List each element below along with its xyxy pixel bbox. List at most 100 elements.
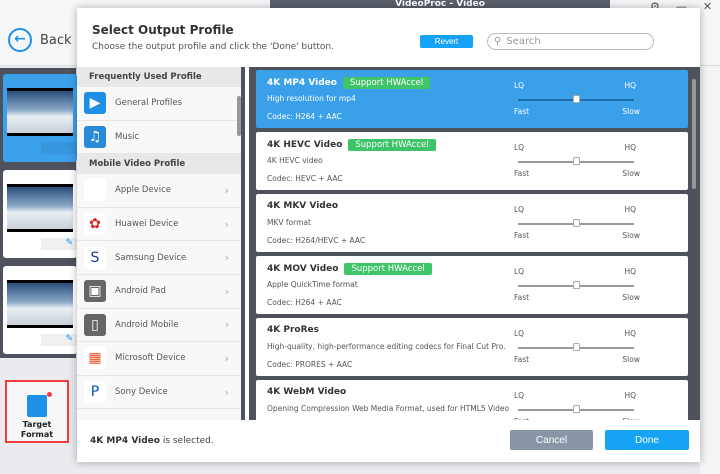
quality-slider[interactable]: LQHQFastSlow [514, 143, 640, 183]
android-mobile-icon: ▯ [84, 313, 106, 336]
scrollbar[interactable] [692, 79, 696, 189]
profile-description: High-quality, high-performance editing c… [267, 342, 506, 351]
quality-slider[interactable]: LQHQFastSlow [514, 329, 640, 369]
category-item-label: Apple Device [115, 185, 171, 196]
hwaccel-badge: Support HWAccel [342, 77, 431, 89]
category-item[interactable]: ✿ Huawei Device › [77, 208, 241, 242]
profile-codec: Codec: H264/HEVC + AAC [267, 236, 366, 245]
category-item-label: General Profiles [115, 98, 183, 109]
profile-name: 4K WebM Video [267, 387, 347, 397]
category-item-label: Android Pad [115, 286, 166, 297]
quality-slider[interactable]: LQHQFastSlow [514, 391, 640, 420]
profile-list: 4K WebM Video Opening Compression Web Me… [249, 67, 700, 420]
chevron-right-icon: › [224, 318, 229, 332]
category-item[interactable]: ♫ Music [77, 121, 241, 155]
microsoft-icon: ▦ [84, 347, 106, 370]
profile-description: High resolution for mp4 [267, 94, 356, 103]
select-output-profile-dialog: Select Output Profile Choose the output … [77, 8, 700, 462]
playstation-icon: P [84, 381, 106, 404]
selection-status: 4K MP4 Video is selected. [90, 436, 214, 446]
profile-codec: Codec: PRORES + AAC [267, 360, 353, 369]
profile-codec: Codec: H264 + AAC [267, 298, 342, 307]
category-item-label: Samsung Device [115, 252, 187, 263]
category-item[interactable]: ▣ Android Pad › [77, 275, 241, 309]
target-format-icon [27, 392, 52, 417]
apple-icon [84, 179, 106, 202]
profile-description: Opening Compression Web Media Format, us… [267, 404, 510, 413]
category-item[interactable]: ▯ Android Mobile › [77, 309, 241, 343]
profile-name: 4K MOV Video [267, 264, 339, 274]
profile-card[interactable]: 4K HEVC Video Support HWAccel 4K HEVC vid… [256, 132, 688, 190]
profile-codec: Codec: HEVC + AAC [267, 174, 343, 183]
category-header: Frequently Used Profile [77, 67, 241, 87]
dialog-footer: 4K MP4 Video is selected. Cancel Done [77, 420, 700, 462]
category-item[interactable]: ▶ General Profiles [77, 87, 241, 121]
dialog-title: Select Output Profile [92, 23, 234, 37]
category-item[interactable]: S Samsung Device › [77, 241, 241, 275]
target-format-button[interactable]: Target Format [5, 380, 69, 443]
dialog-subtitle: Choose the output profile and click the … [92, 42, 334, 52]
chevron-right-icon: › [224, 351, 229, 365]
profile-description: MKV format [267, 218, 311, 227]
chevron-right-icon: › [224, 217, 229, 231]
edit-icon: ✎ [41, 142, 77, 154]
huawei-icon: ✿ [84, 213, 106, 236]
profile-name: 4K ProRes [267, 325, 319, 335]
video-list: ✎ ✎ ✎ [0, 68, 77, 358]
profile-card[interactable]: 4K MP4 Video Support HWAccel High resolut… [256, 70, 688, 128]
category-header: Mobile Video Profile [77, 154, 241, 175]
revert-button[interactable]: Revert [420, 35, 473, 48]
slider-thumb[interactable] [572, 343, 580, 351]
hwaccel-badge: Support HWAccel [344, 263, 432, 275]
video-thumbnail[interactable]: ✎ [3, 170, 77, 258]
video-thumbnail[interactable]: ✎ [3, 266, 77, 354]
cancel-button[interactable]: Cancel [510, 430, 593, 450]
music-icon: ♫ [84, 125, 106, 148]
slider-thumb[interactable] [572, 281, 580, 289]
profile-name: 4K MKV Video [267, 201, 339, 211]
category-item-label: Android Mobile [115, 319, 179, 330]
profile-description: Apple QuickTime format [267, 280, 358, 289]
category-item[interactable]: Apple Device › [77, 174, 241, 208]
slider-thumb[interactable] [572, 405, 580, 413]
android-pad-icon: ▣ [84, 280, 106, 303]
slider-thumb[interactable] [572, 157, 580, 165]
samsung-icon: S [84, 246, 106, 269]
monitor-icon: ▶ [84, 92, 106, 115]
category-item-label: Music [115, 131, 140, 142]
hwaccel-badge: Support HWAccel [348, 139, 436, 151]
video-thumbnail[interactable]: ✎ [3, 74, 77, 162]
close-icon[interactable]: ✕ [703, 0, 712, 13]
app-right-panel [700, 66, 720, 474]
profile-name: 4K MP4 Video [267, 78, 337, 88]
category-item-label: Huawei Device [115, 219, 179, 230]
category-item-label: Microsoft Device [115, 353, 186, 364]
profile-card[interactable]: 4K MOV Video Support HWAccel Apple QuickT… [256, 256, 688, 314]
category-item[interactable]: ▦ Microsoft Device › [77, 342, 241, 376]
profile-card[interactable]: 4K MKV Video MKV format Codec: H264/HEVC… [256, 194, 688, 252]
category-item[interactable]: P Sony Device › [77, 376, 241, 410]
chevron-right-icon: › [224, 183, 229, 197]
quality-slider[interactable]: LQHQFastSlow [514, 205, 640, 245]
quality-slider[interactable]: LQHQFastSlow [514, 267, 640, 307]
profile-codec: Codec: H264 + AAC [267, 112, 342, 121]
back-label: Back [40, 32, 72, 48]
edit-icon: ✎ [41, 334, 77, 346]
back-arrow-icon: ← [8, 28, 32, 52]
done-button[interactable]: Done [605, 430, 689, 450]
slider-thumb[interactable] [572, 219, 580, 227]
scrollbar[interactable] [237, 96, 241, 136]
chevron-right-icon: › [224, 251, 229, 265]
search-input[interactable]: ⚲ Search [487, 33, 654, 50]
quality-slider[interactable]: LQHQFastSlow [514, 81, 640, 121]
profile-name: 4K HEVC Video [267, 140, 343, 150]
chevron-right-icon: › [224, 284, 229, 298]
back-button[interactable]: ← Back [8, 28, 72, 52]
profile-card[interactable]: 4K ProRes High-quality, high-performance… [256, 318, 688, 376]
slider-thumb[interactable] [572, 95, 580, 103]
profile-card[interactable]: 4K WebM Video Opening Compression Web Me… [256, 380, 688, 420]
profile-description: 4K HEVC video [267, 156, 323, 165]
edit-icon: ✎ [41, 238, 77, 250]
search-icon: ⚲ [494, 36, 502, 47]
chevron-right-icon: › [224, 385, 229, 399]
